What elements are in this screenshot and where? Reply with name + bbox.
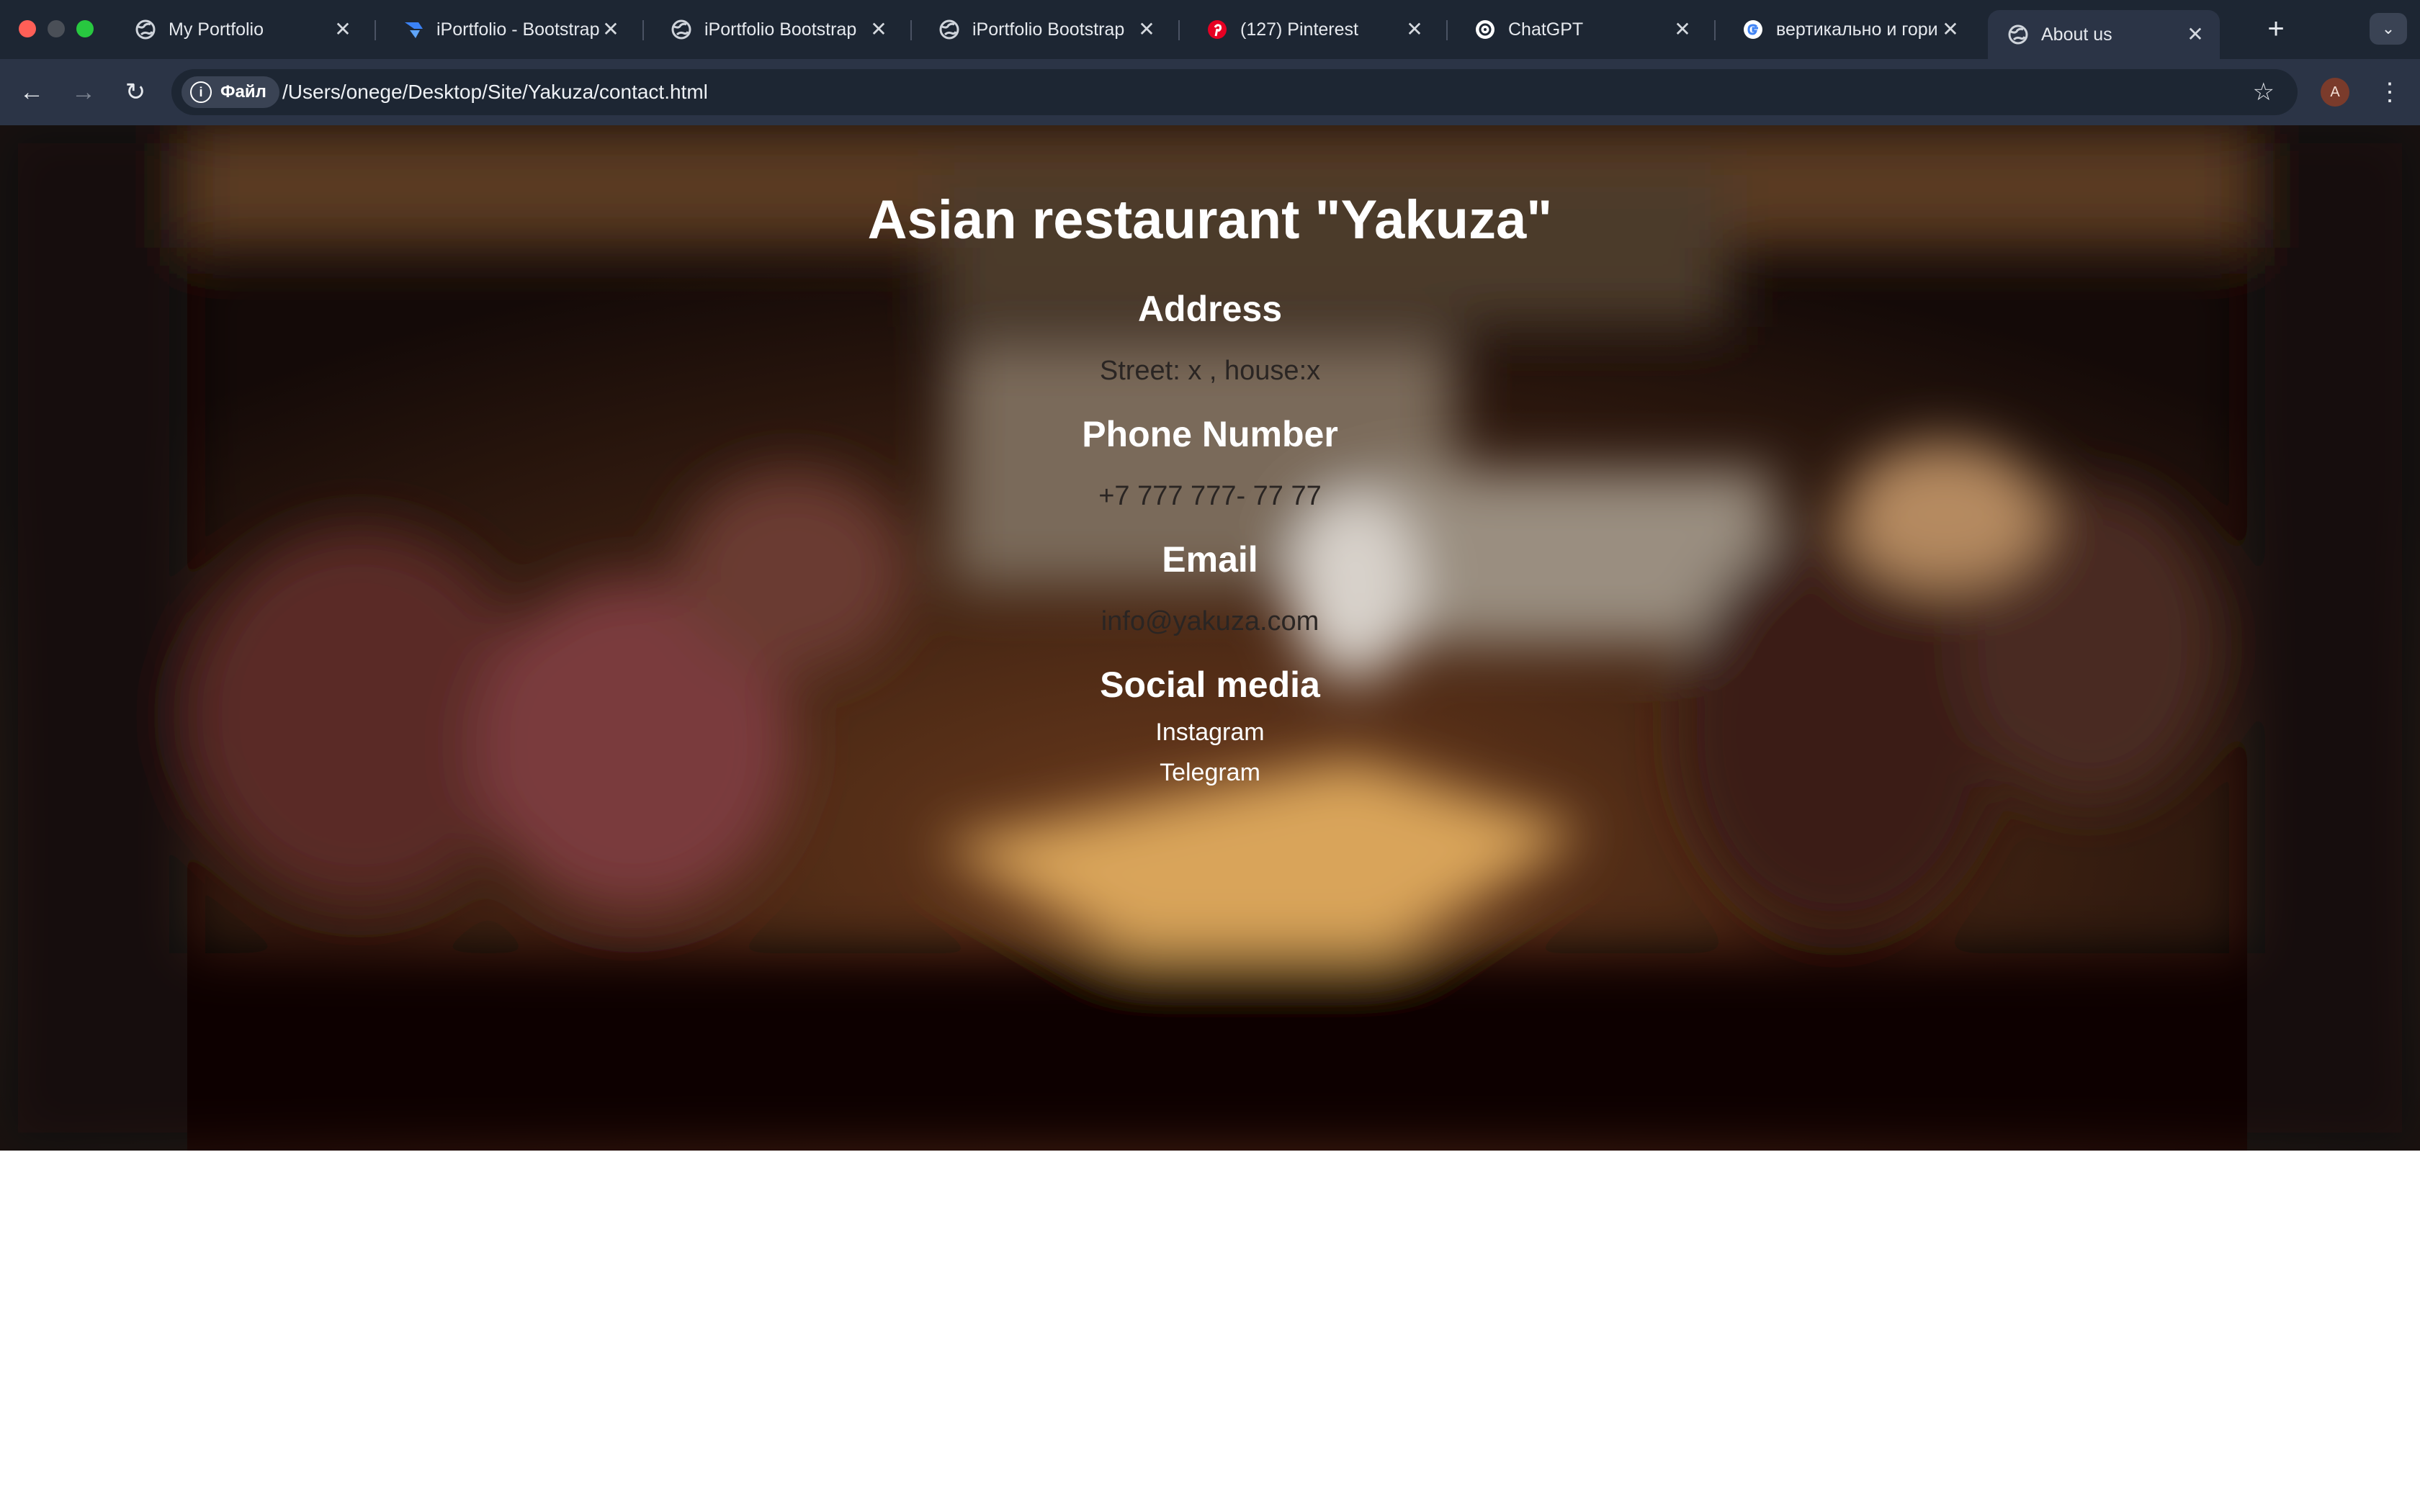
tab-strip: My Portfolio ✕ iPortfolio - Bootstrap ✕ … — [0, 0, 2420, 59]
tab-iportfolio-bootstrapmade[interactable]: iPortfolio - Bootstrap ✕ — [383, 10, 635, 49]
chatgpt-icon — [1474, 18, 1497, 41]
globe-icon — [670, 18, 693, 41]
tab-iportfolio-bootstrap-2[interactable]: iPortfolio Bootstrap ✕ — [919, 10, 1171, 49]
tab-iportfolio-bootstrap-1[interactable]: iPortfolio Bootstrap ✕ — [651, 10, 903, 49]
back-button[interactable]: ← — [14, 75, 49, 109]
close-tab-icon[interactable]: ✕ — [1137, 19, 1157, 40]
tab-separator — [910, 20, 912, 40]
globe-icon — [134, 18, 157, 41]
browser-menu-button[interactable]: ⋮ — [2377, 75, 2403, 109]
browser-toolbar: ← → ↻ i Файл /Users/onege/Desktop/Site/Y… — [0, 59, 2420, 125]
window-close-button[interactable] — [19, 20, 36, 37]
url-text[interactable]: /Users/onege/Desktop/Site/Yakuza/contact… — [282, 69, 708, 115]
tab-google-search[interactable]: вертикально и гори ✕ — [1723, 10, 1975, 49]
tab-separator — [375, 20, 376, 40]
forward-button[interactable]: → — [66, 75, 101, 109]
site-info-chip[interactable]: i Файл — [182, 76, 279, 108]
bootstrapmade-icon — [402, 18, 425, 41]
close-tab-icon[interactable]: ✕ — [2185, 24, 2205, 45]
tab-search-button[interactable]: ⌄ — [2370, 13, 2407, 45]
window-fullscreen-button[interactable] — [76, 20, 94, 37]
info-icon: i — [190, 81, 212, 103]
bookmark-star-icon[interactable]: ☆ — [2253, 69, 2275, 115]
tab-title: iPortfolio Bootstrap — [972, 19, 1125, 40]
globe-icon — [938, 18, 961, 41]
close-tab-icon[interactable]: ✕ — [1940, 19, 1960, 40]
tab-separator — [642, 20, 644, 40]
social-heading: Social media — [1100, 665, 1320, 705]
tab-pinterest[interactable]: (127) Pinterest ✕ — [1187, 10, 1439, 49]
tab-about-us[interactable]: About us ✕ — [1988, 10, 2220, 59]
tab-title: ChatGPT — [1508, 19, 1584, 40]
tab-title: вертикально и гори — [1776, 19, 1938, 40]
close-tab-icon[interactable]: ✕ — [869, 19, 889, 40]
page-blank-area — [0, 1151, 2420, 1512]
tab-my-portfolio[interactable]: My Portfolio ✕ — [115, 10, 367, 49]
tab-separator — [1446, 20, 1448, 40]
google-icon — [1742, 18, 1765, 41]
close-tab-icon[interactable]: ✕ — [1672, 19, 1693, 40]
address-heading: Address — [1137, 289, 1283, 329]
tab-title: iPortfolio Bootstrap — [704, 19, 857, 40]
tab-separator — [1714, 20, 1716, 40]
tab-title: My Portfolio — [169, 19, 264, 40]
reload-button[interactable]: ↻ — [118, 75, 153, 109]
reload-icon: ↻ — [125, 78, 146, 106]
tab-title: (127) Pinterest — [1240, 19, 1358, 40]
instagram-link[interactable]: Instagram — [0, 719, 2420, 747]
site-info-label: Файл — [220, 82, 266, 102]
tab-separator — [1178, 20, 1180, 40]
close-tab-icon[interactable]: ✕ — [601, 19, 621, 40]
tab-title: iPortfolio - Bootstrap — [436, 19, 600, 40]
contact-hero: Asian restaurant "Yakuza" Address Street… — [0, 125, 2420, 1151]
address-value: Street: x , house:x — [1099, 356, 1321, 386]
phone-heading: Phone Number — [1082, 414, 1338, 454]
page-title: Asian restaurant "Yakuza" — [867, 189, 1553, 251]
contact-content: Asian restaurant "Yakuza" Address Street… — [0, 125, 2420, 1151]
email-heading: Email — [1162, 539, 1258, 580]
more-vert-icon: ⋮ — [2378, 78, 2402, 106]
tab-title: About us — [2041, 24, 2112, 45]
telegram-link[interactable]: Telegram — [0, 759, 2420, 787]
email-value: info@yakuza.com — [1101, 606, 1319, 636]
new-tab-button[interactable]: + — [2260, 13, 2292, 45]
globe-icon — [2007, 23, 2030, 46]
close-tab-icon[interactable]: ✕ — [1404, 19, 1425, 40]
close-tab-icon[interactable]: ✕ — [333, 19, 353, 40]
tab-chatgpt[interactable]: ChatGPT ✕ — [1455, 10, 1707, 49]
window-minimize-button[interactable] — [48, 20, 65, 37]
chevron-down-icon: ⌄ — [2381, 19, 2396, 37]
phone-value: +7 777 777- 77 77 — [1098, 481, 1322, 511]
arrow-left-icon: ← — [19, 78, 44, 106]
pinterest-icon — [1206, 18, 1229, 41]
profile-avatar[interactable]: A — [2321, 78, 2349, 107]
address-bar[interactable]: i Файл /Users/onege/Desktop/Site/Yakuza/… — [171, 69, 2298, 115]
arrow-right-icon: → — [71, 78, 96, 106]
